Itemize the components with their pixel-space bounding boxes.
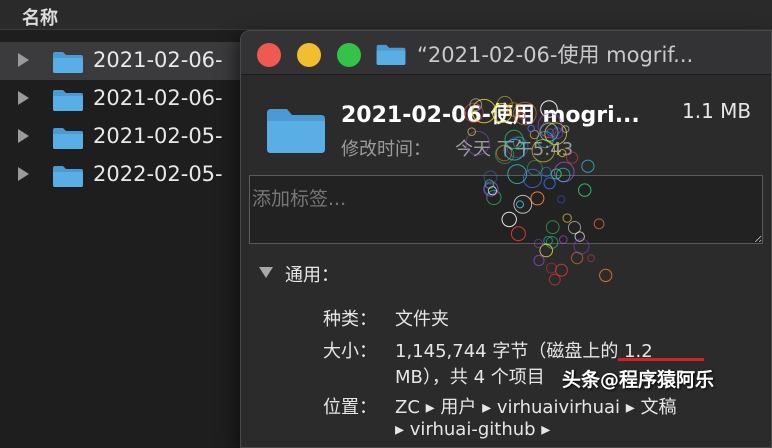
folder-icon	[53, 128, 83, 149]
disclosure-triangle-icon[interactable]	[259, 267, 273, 278]
file-row-name: 2021-02-06-	[93, 86, 223, 110]
minimize-button[interactable]	[297, 43, 321, 67]
window-title: “2021-02-06-使用 mogrif...	[417, 43, 694, 67]
size-label: 大小：	[323, 341, 377, 362]
general-section-title[interactable]: 通用：	[285, 261, 339, 287]
where-value-line2: ▸ virhuai-github ▸	[395, 419, 551, 440]
disclosure-triangle-icon[interactable]	[18, 91, 29, 105]
column-header[interactable]: 名称	[0, 0, 772, 30]
folder-icon	[53, 90, 83, 111]
folder-icon	[53, 52, 83, 73]
file-name: 2021-02-06-使用 mogri...	[341, 103, 640, 128]
tags-input[interactable]	[249, 175, 763, 244]
close-button[interactable]	[257, 43, 281, 67]
where-label: 位置：	[323, 397, 377, 418]
annotation-underline	[618, 358, 704, 361]
column-header-name-label: 名称	[22, 8, 58, 29]
zoom-button[interactable]	[337, 43, 361, 67]
modified-value: 今天 下午5:43	[455, 139, 574, 160]
folder-icon	[376, 44, 406, 66]
general-section: 通用： 种类： 文件夹 大小： 1,145,744 字节（磁盘上的 1.2 MB…	[241, 259, 771, 447]
disclosure-triangle-icon[interactable]	[18, 53, 29, 67]
disclosure-triangle-icon[interactable]	[18, 167, 29, 181]
folder-icon	[53, 166, 83, 187]
file-row-name: 2022-02-05-	[93, 162, 223, 186]
kind-label: 种类：	[323, 309, 377, 330]
watermark-text: 头条@程序猿阿乐	[562, 369, 715, 391]
size-value-line2: MB），共 4 个项目	[395, 367, 545, 388]
modified-label: 修改时间：	[341, 139, 431, 160]
folder-icon[interactable]	[265, 105, 327, 155]
kind-value: 文件夹	[395, 309, 449, 330]
window-titlebar[interactable]: “2021-02-06-使用 mogrif...	[241, 31, 771, 75]
size-value-line1: 1,145,744 字节（磁盘上的 1.2	[395, 341, 653, 362]
file-size: 1.1 MB	[682, 99, 752, 123]
where-value-line1: ZC ▸ 用户 ▸ virhuaivirhuai ▸ 文稿	[395, 397, 677, 418]
file-row-name: 2021-02-05-	[93, 124, 223, 148]
disclosure-triangle-icon[interactable]	[18, 129, 29, 143]
file-row-name: 2021-02-06-	[93, 48, 223, 72]
